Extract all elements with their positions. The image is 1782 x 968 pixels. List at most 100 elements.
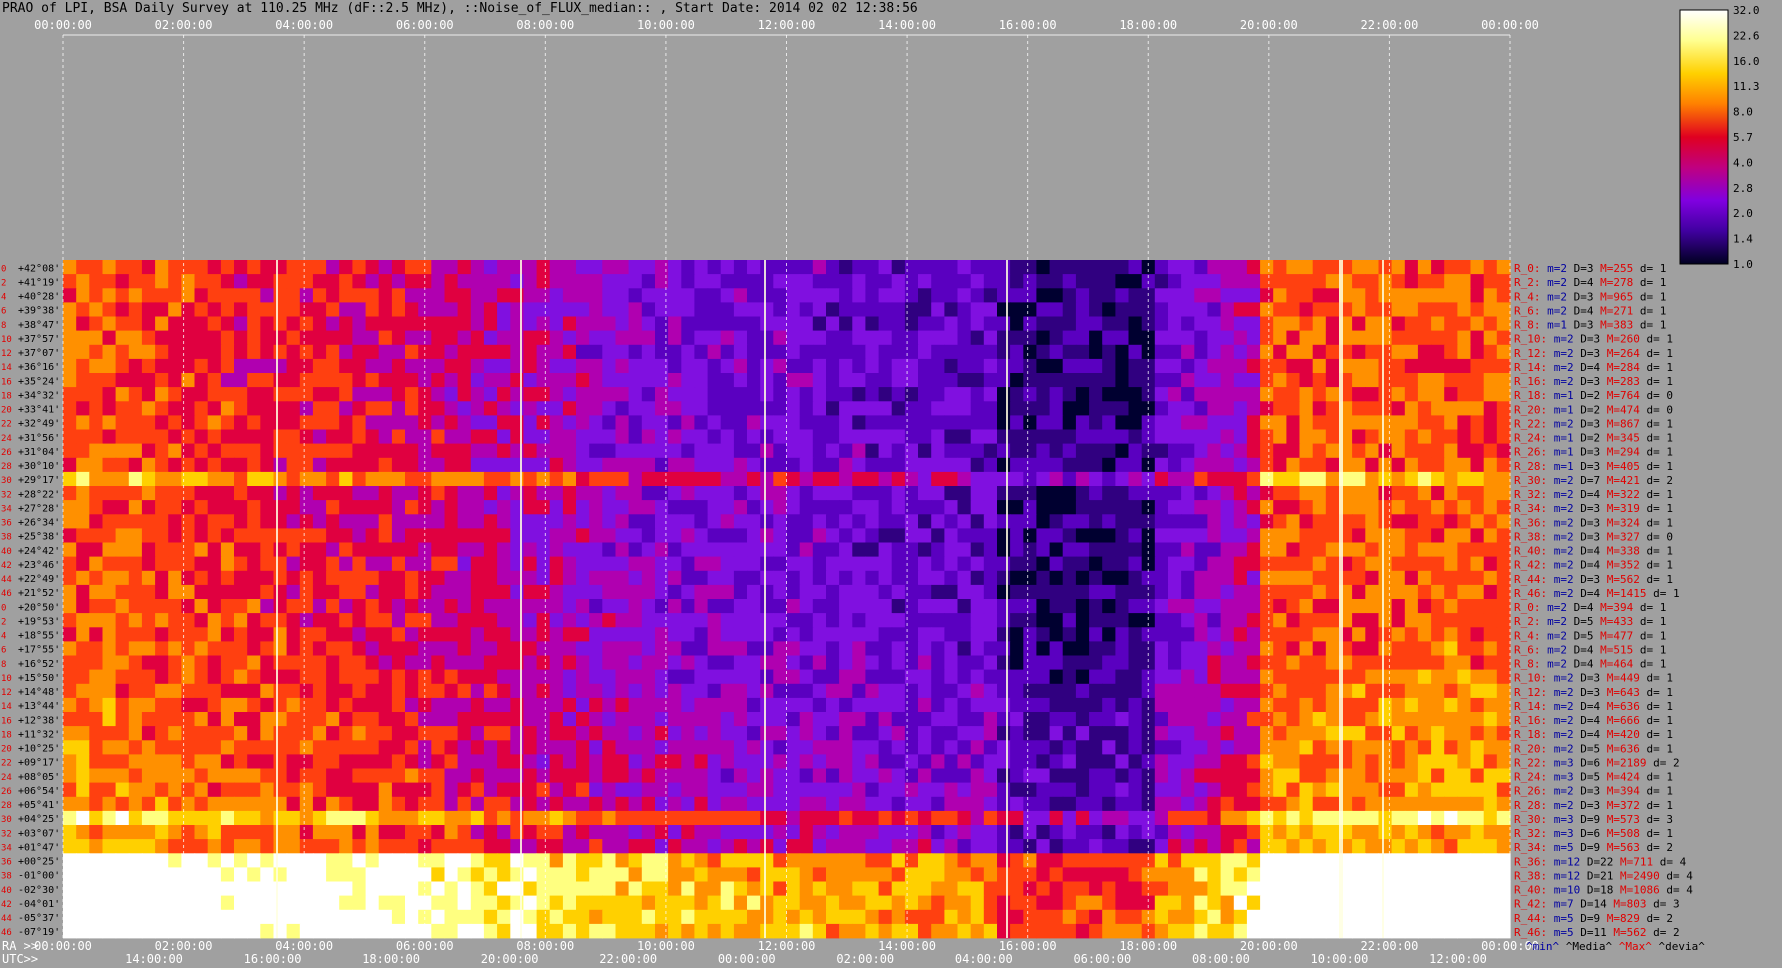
heatmap-cell — [470, 486, 485, 501]
heatmap-cell — [773, 712, 788, 727]
heatmap-cell — [1062, 316, 1077, 331]
heatmap-cell — [694, 881, 709, 896]
heatmap-cell — [1154, 881, 1169, 896]
heatmap-cell — [1417, 443, 1432, 459]
heatmap-cell — [1168, 697, 1182, 713]
heatmap-cell — [523, 796, 538, 812]
heatmap-cell — [1378, 683, 1393, 699]
heatmap-cell — [576, 613, 590, 628]
heatmap-cell — [918, 669, 932, 685]
heatmap-cell — [733, 344, 748, 360]
heatmap-cell — [312, 401, 327, 416]
heatmap-cell — [786, 782, 801, 798]
heatmap-cell — [1312, 641, 1327, 656]
heatmap-cell — [615, 796, 630, 812]
heatmap-cell — [286, 754, 301, 769]
heatmap-cell — [1181, 697, 1195, 713]
heatmap-cell — [470, 740, 485, 755]
heatmap-cell — [1023, 542, 1038, 557]
heatmap-cell — [760, 274, 774, 289]
heatmap-cell — [1181, 768, 1195, 783]
heatmap-cell — [957, 669, 972, 685]
heatmap-cell — [1496, 825, 1511, 840]
heatmap-cell — [378, 825, 393, 840]
heatmap-cell — [1036, 274, 1051, 289]
heatmap-cell — [681, 867, 696, 882]
heatmap-cell — [352, 528, 367, 543]
heatmap-cell — [839, 542, 853, 557]
heatmap-cell — [1496, 683, 1511, 699]
heatmap-cell — [852, 669, 867, 685]
heatmap-cell — [1049, 627, 1064, 642]
heatmap-cell — [63, 754, 77, 769]
heatmap-cell — [1352, 712, 1366, 727]
heatmap-cell — [391, 330, 406, 346]
heatmap-cell — [1168, 669, 1182, 685]
heatmap-cell — [641, 768, 656, 783]
heatmap-cell — [339, 599, 353, 614]
heatmap-cell — [497, 599, 511, 614]
heatmap-cell — [1168, 881, 1182, 896]
heatmap-cell — [1233, 429, 1248, 444]
heatmap-cell — [1404, 260, 1419, 275]
heatmap-cell — [457, 655, 472, 670]
heatmap-cell — [1010, 373, 1024, 388]
heatmap-cell — [865, 740, 880, 755]
heatmap-cell — [405, 457, 419, 473]
heatmap-cell — [1207, 613, 1222, 628]
heatmap-cell — [1128, 754, 1143, 769]
heatmap-cell — [1194, 415, 1209, 430]
heatmap-cell — [1273, 796, 1287, 812]
heatmap-cell — [773, 754, 788, 769]
heatmap-cell — [733, 641, 748, 656]
heatmap-cell — [1168, 556, 1182, 572]
heatmap-cell — [207, 712, 222, 727]
heatmap-cell — [997, 330, 1011, 346]
heatmap-cell — [523, 697, 538, 713]
heatmap-cell — [76, 782, 90, 798]
heatmap-cell — [497, 500, 511, 515]
heatmap-cell — [497, 584, 511, 600]
heatmap-cell — [1036, 415, 1051, 430]
heatmap-cell — [444, 726, 459, 741]
heatmap-cell — [102, 613, 117, 628]
heatmap-cell — [1365, 288, 1380, 303]
heatmap-cell — [1391, 344, 1406, 360]
heatmap-cell — [234, 782, 248, 798]
heatmap-cell — [707, 584, 722, 600]
heatmap-cell — [339, 570, 353, 586]
heatmap-cell — [931, 528, 945, 543]
heatmap-cell — [1181, 471, 1195, 487]
heatmap-cell — [63, 867, 77, 882]
heatmap-cell — [1457, 683, 1472, 699]
heatmap-cell — [405, 500, 419, 515]
heatmap-cell — [826, 613, 840, 628]
heatmap-cell — [1378, 330, 1393, 346]
heatmap-cell — [247, 288, 261, 303]
heatmap-cell — [418, 782, 432, 798]
heatmap-cell — [1299, 556, 1314, 572]
heatmap-cell — [549, 796, 564, 812]
heatmap-cell — [747, 754, 761, 769]
heatmap-cell — [1496, 288, 1511, 303]
heatmap-cell — [1470, 655, 1485, 670]
heatmap-cell — [918, 726, 932, 741]
heatmap-cell — [1049, 373, 1064, 388]
heatmap-cell — [312, 768, 327, 783]
heatmap-cell — [1233, 867, 1248, 882]
heatmap-cell — [365, 457, 380, 473]
heatmap-cell — [707, 387, 722, 402]
heatmap-cell — [1075, 768, 1090, 783]
heatmap-cell — [220, 443, 235, 459]
heatmap-cell — [707, 471, 722, 487]
heatmap-cell — [510, 387, 525, 402]
heatmap-cell — [1483, 641, 1498, 656]
heatmap-cell — [1483, 387, 1498, 402]
heatmap-cell — [1404, 556, 1419, 572]
heatmap-cell — [234, 500, 248, 515]
heatmap-cell — [957, 613, 972, 628]
heatmap-cell — [1220, 570, 1235, 586]
heatmap-cell — [247, 486, 261, 501]
heatmap-cell — [536, 443, 551, 459]
heatmap-cell — [641, 697, 656, 713]
